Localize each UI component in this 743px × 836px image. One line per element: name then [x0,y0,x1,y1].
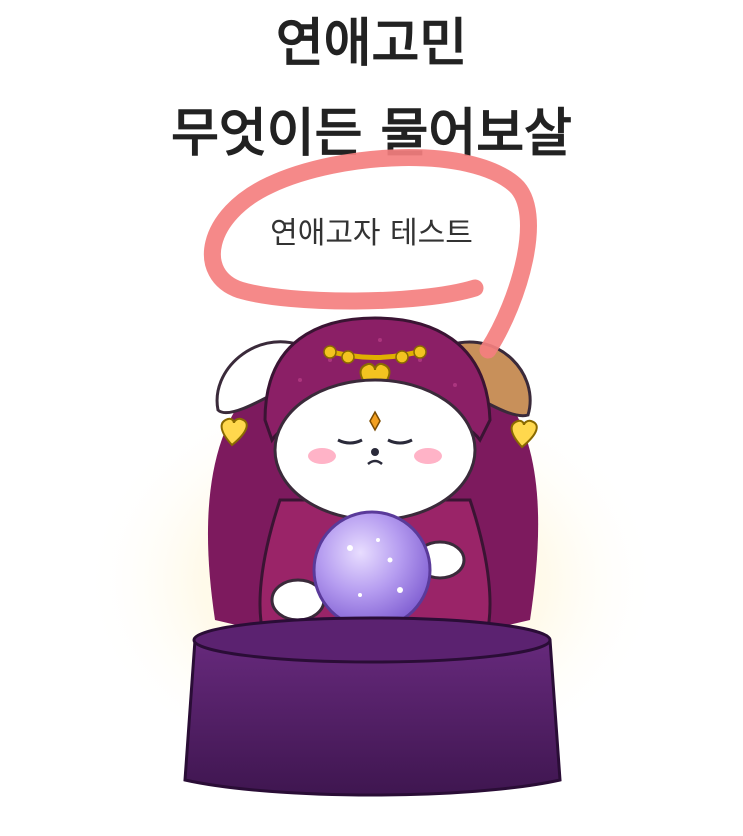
nose [371,448,379,456]
left-blush [308,448,336,464]
stand-top [192,616,552,664]
right-blush [414,448,442,464]
crystal-ball-icon [312,510,432,630]
fortune-teller-illustration [82,316,662,797]
